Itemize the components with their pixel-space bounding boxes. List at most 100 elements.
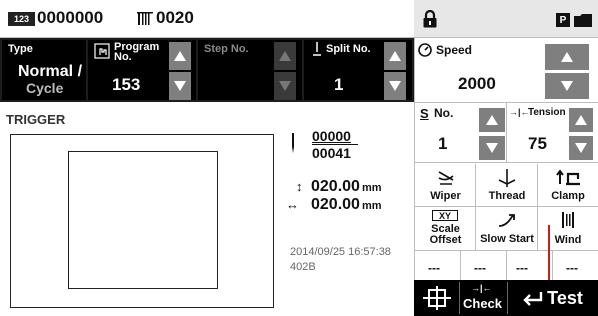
s-no-value[interactable]: 1 — [438, 134, 447, 154]
crosshair-grid-icon — [423, 286, 451, 310]
arrow-down-icon — [279, 81, 291, 91]
tension-icon: →|← — [509, 107, 530, 117]
split-value: 1 — [334, 75, 344, 94]
vertical-size-unit: mm — [361, 182, 382, 194]
return-icon — [523, 292, 543, 306]
horizontal-size-unit: mm — [361, 200, 382, 212]
thread-trim-button[interactable]: Thread — [477, 164, 537, 206]
wiper-icon — [438, 171, 454, 185]
divider — [506, 251, 507, 280]
slow-start-label: Slow Start — [480, 233, 534, 245]
arrow-up-icon — [575, 115, 587, 125]
program-memory-icon[interactable]: P — [556, 13, 570, 27]
xy-icon: XY — [432, 210, 458, 221]
test-button[interactable]: Test — [510, 282, 596, 314]
scale-offset-label-sub: Offset — [429, 234, 462, 246]
arrow-down-icon — [486, 143, 498, 153]
slow-start-button[interactable]: Slow Start — [477, 207, 537, 250]
speed-up-button[interactable] — [545, 44, 589, 70]
wiper-button[interactable]: Wiper — [416, 164, 475, 206]
pattern-shape — [68, 151, 218, 289]
stitch-count-icon — [137, 11, 153, 27]
vertical-size-icon: ↕ — [296, 179, 303, 194]
status-header-right — [414, 0, 598, 38]
program-label-sub: No. — [114, 51, 132, 63]
custom-slot-4[interactable]: --- — [566, 261, 578, 275]
divider — [552, 251, 553, 280]
file-info: 2014/09/25 16:57:38 402B — [290, 245, 391, 275]
arrow-down-icon — [575, 143, 587, 153]
file-id: 402B — [290, 261, 316, 273]
thread-trim-icon — [498, 169, 516, 187]
s-no-label: No. — [434, 106, 454, 120]
type-value: Normal / — [18, 63, 83, 80]
speed-label: Speed — [436, 43, 473, 57]
arrow-down-icon — [174, 81, 186, 91]
custom-slot-3[interactable]: --- — [516, 261, 528, 275]
custom-slot-1[interactable]: --- — [428, 261, 440, 275]
divider — [414, 162, 598, 163]
scale-offset-button[interactable]: XY Scale Offset — [416, 207, 475, 250]
s-no-icon: S — [420, 106, 429, 121]
divider — [507, 282, 508, 314]
lock-icon[interactable] — [422, 9, 438, 28]
step-down-button[interactable] — [274, 72, 296, 100]
arrow-up-icon — [174, 51, 186, 61]
s-no-down-button[interactable] — [479, 136, 505, 160]
s-no-up-button[interactable] — [479, 108, 505, 132]
tension-down-button[interactable] — [569, 136, 593, 160]
position-button[interactable] — [416, 282, 458, 314]
speed-icon — [418, 43, 432, 62]
test-label: Test — [547, 287, 583, 308]
vertical-size-value: 020.00 — [311, 178, 360, 195]
split-down-button[interactable] — [384, 72, 406, 100]
program-down-button[interactable] — [169, 72, 191, 100]
program-icon — [94, 43, 110, 64]
file-timestamp: 2014/09/25 16:57:38 — [290, 246, 391, 258]
stitch-count-current: 00000 — [312, 128, 351, 144]
vertical-size: 020.00 mm — [311, 178, 382, 196]
horizontal-size-icon: ↔ — [286, 197, 299, 212]
check-label: Check — [463, 296, 503, 311]
panel-divider — [414, 38, 415, 280]
horizontal-size: 020.00 mm — [311, 196, 382, 214]
tension-up-button[interactable] — [569, 108, 593, 132]
clamp-icon — [556, 169, 580, 186]
clamp-label: Clamp — [551, 190, 585, 202]
divider — [460, 251, 461, 280]
divider — [475, 164, 476, 250]
stitch-count-total: 00041 — [312, 145, 351, 161]
slow-start-icon — [498, 214, 515, 227]
program-value: 153 — [112, 75, 141, 94]
speed-value[interactable]: 2000 — [458, 74, 496, 94]
tension-value[interactable]: 75 — [528, 134, 547, 154]
tension-label: Tension — [528, 107, 566, 118]
divider — [506, 102, 507, 162]
step-up-button[interactable] — [274, 42, 296, 70]
program-up-button[interactable] — [169, 42, 191, 70]
trigger-title: TRIGGER — [6, 112, 66, 127]
arrow-up-icon — [561, 52, 573, 62]
split-up-button[interactable] — [384, 42, 406, 70]
speed-down-button[interactable] — [545, 73, 589, 99]
wiper-label: Wiper — [430, 190, 461, 202]
divider — [537, 164, 538, 250]
stitch-counter: 0020 — [156, 8, 194, 27]
horizontal-size-value: 020.00 — [311, 196, 360, 213]
arrow-down-icon — [561, 81, 573, 91]
arrow-up-icon — [486, 115, 498, 125]
arrow-up-icon — [279, 51, 291, 61]
production-counter: 0000000 — [37, 8, 104, 27]
arrow-up-icon — [389, 51, 401, 61]
counter-icon: 123 — [8, 12, 35, 26]
type-value-sub: Cycle — [26, 80, 64, 96]
folder-icon[interactable] — [574, 14, 592, 27]
clamp-button[interactable]: Clamp — [539, 164, 597, 206]
step-label: Step No. — [204, 43, 249, 55]
check-button[interactable]: →|← Check — [460, 282, 506, 314]
type-label: Type — [8, 43, 33, 55]
arrow-down-icon — [389, 81, 401, 91]
split-needle-icon — [312, 42, 322, 63]
bobbin-wind-icon — [562, 212, 574, 228]
custom-slot-2[interactable]: --- — [474, 261, 486, 275]
